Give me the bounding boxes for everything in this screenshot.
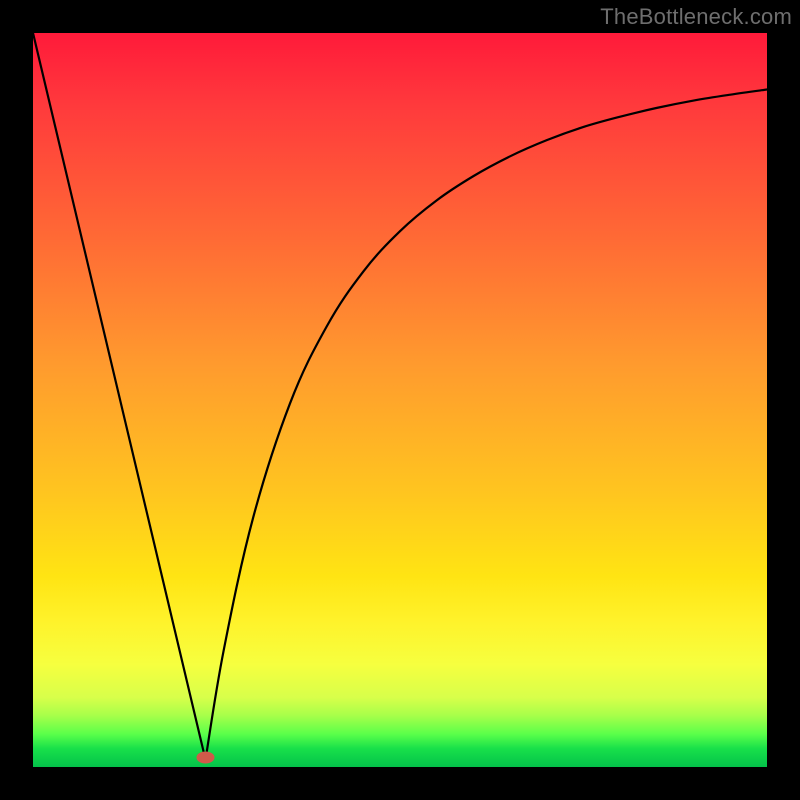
minimum-marker	[196, 751, 214, 763]
bottleneck-curve	[33, 33, 767, 760]
watermark-text: TheBottleneck.com	[600, 4, 792, 30]
plot-area	[33, 33, 767, 767]
chart-svg	[33, 33, 767, 767]
chart-frame: TheBottleneck.com	[0, 0, 800, 800]
